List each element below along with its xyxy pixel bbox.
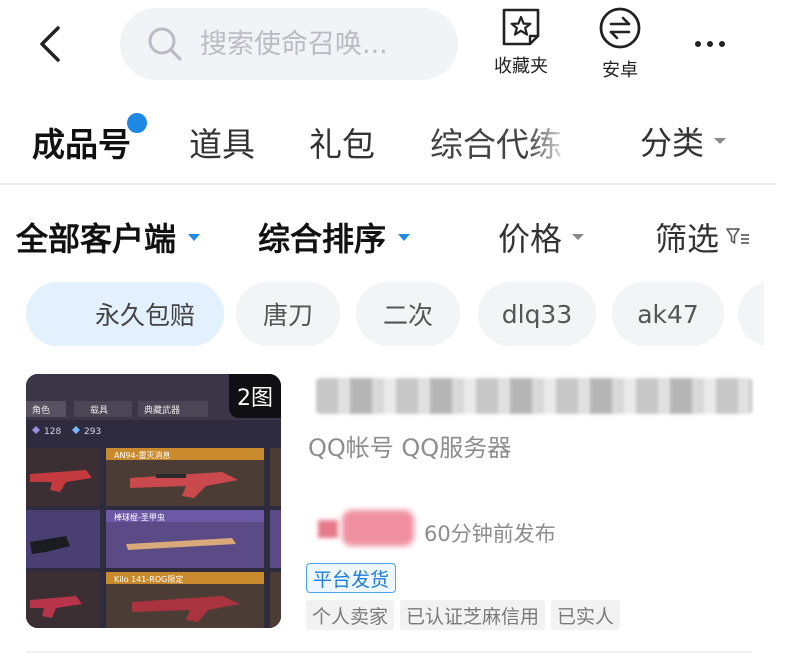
star-folder-icon: [502, 8, 540, 46]
tab-divider: [0, 183, 776, 185]
tab-gift-packs[interactable]: 礼包: [309, 118, 375, 166]
thumb-weapon-1: AN94-雷灭消息: [114, 450, 171, 460]
main-tab-bar: 成品号 道具 礼包 综合代练 分类: [0, 96, 788, 182]
tab-items[interactable]: 道具: [189, 118, 255, 166]
listing-price-redacted: [308, 510, 414, 546]
thumb-stat-2: 293: [84, 427, 101, 437]
more-options-button[interactable]: [684, 26, 736, 62]
publish-time: 60分钟前发布: [424, 522, 556, 546]
card-divider: [26, 651, 752, 653]
caret-down-icon: [714, 138, 727, 144]
funnel-list-icon: [726, 228, 750, 244]
tag-personal-seller: 个人卖家: [306, 600, 395, 630]
back-button[interactable]: [28, 22, 72, 66]
tag-real-name: 已实人: [551, 600, 621, 630]
caret-down-icon: [188, 233, 201, 241]
listing-title-redacted: [316, 378, 752, 414]
platform-label: 安卓: [602, 60, 638, 81]
favorites-button[interactable]: 收藏夹: [481, 6, 561, 82]
quick-filter-chips: 永久包赔 唐刀 二次 dlq33 ak47: [24, 282, 764, 348]
back-arrow-icon: [40, 26, 60, 62]
filter-bar: 全部客户端 综合排序 价格 筛选: [0, 190, 788, 276]
price-blur-part: [342, 510, 414, 546]
caret-down-icon: [572, 234, 585, 240]
thumb-weapon-2: 棒球棍-圣甲虫: [114, 512, 165, 522]
listing-thumbnail[interactable]: 角色 载具 典藏武器 128 293 AN94-雷灭消息 棒球棍-圣甲虫 Kil…: [26, 374, 281, 628]
chip-tang-dao[interactable]: 唐刀: [236, 282, 340, 346]
price-filter[interactable]: 价格: [498, 214, 585, 260]
listing-card[interactable]: 角色 载具 典藏武器 128 293 AN94-雷灭消息 棒球棍-圣甲虫 Kil…: [0, 360, 788, 654]
thumb-tab-weapons: 典藏武器: [144, 404, 180, 416]
client-filter-label: 全部客户端: [16, 220, 177, 258]
tab-boosting[interactable]: 综合代练: [430, 118, 570, 166]
price-blur-part: [318, 520, 338, 538]
top-header: 收藏夹 安卓: [0, 0, 788, 90]
platform-switch-button[interactable]: 安卓: [580, 6, 660, 82]
price-filter-label: 价格: [498, 220, 563, 258]
switch-arrows-icon: [599, 7, 641, 49]
tab-finished-account[interactable]: 成品号: [32, 118, 131, 166]
chip-secondary[interactable]: 二次: [356, 282, 460, 346]
chip-partial[interactable]: [738, 282, 764, 346]
image-count-badge: 2图: [229, 374, 281, 418]
sort-filter-label: 综合排序: [258, 220, 387, 258]
thumb-stat-1: 128: [44, 427, 61, 437]
chip-permanent-guarantee[interactable]: 永久包赔: [26, 282, 224, 346]
caret-down-icon: [398, 233, 411, 241]
thumb-tab-vehicle: 载具: [90, 404, 108, 416]
search-bar[interactable]: [120, 8, 458, 80]
search-input[interactable]: [200, 28, 440, 60]
screen-filter[interactable]: 筛选: [655, 214, 751, 260]
client-filter[interactable]: 全部客户端: [16, 214, 201, 260]
more-dots-icon: [695, 41, 701, 47]
search-icon: [148, 27, 182, 61]
more-dot: [707, 41, 713, 47]
category-label: 分类: [640, 124, 705, 162]
category-dropdown[interactable]: 分类: [640, 118, 727, 164]
new-indicator-dot: [124, 110, 150, 136]
chip-dlq33[interactable]: dlq33: [478, 282, 596, 346]
listing-subtitle: QQ帐号 QQ服务器: [308, 434, 512, 462]
sort-filter[interactable]: 综合排序: [258, 214, 411, 260]
thumb-weapon-3: Kilo 141-ROG限定: [114, 574, 183, 584]
screen-filter-label: 筛选: [655, 220, 720, 258]
platform-delivery-badge: 平台发货: [306, 563, 397, 593]
seller-tags: 个人卖家 已认证芝麻信用 已实人: [306, 600, 621, 630]
chip-ak47[interactable]: ak47: [612, 282, 724, 346]
favorites-label: 收藏夹: [494, 56, 548, 77]
thumb-tab-role: 角色: [32, 404, 50, 416]
more-dot: [719, 41, 725, 47]
tag-sesame-credit: 已认证芝麻信用: [400, 600, 546, 630]
